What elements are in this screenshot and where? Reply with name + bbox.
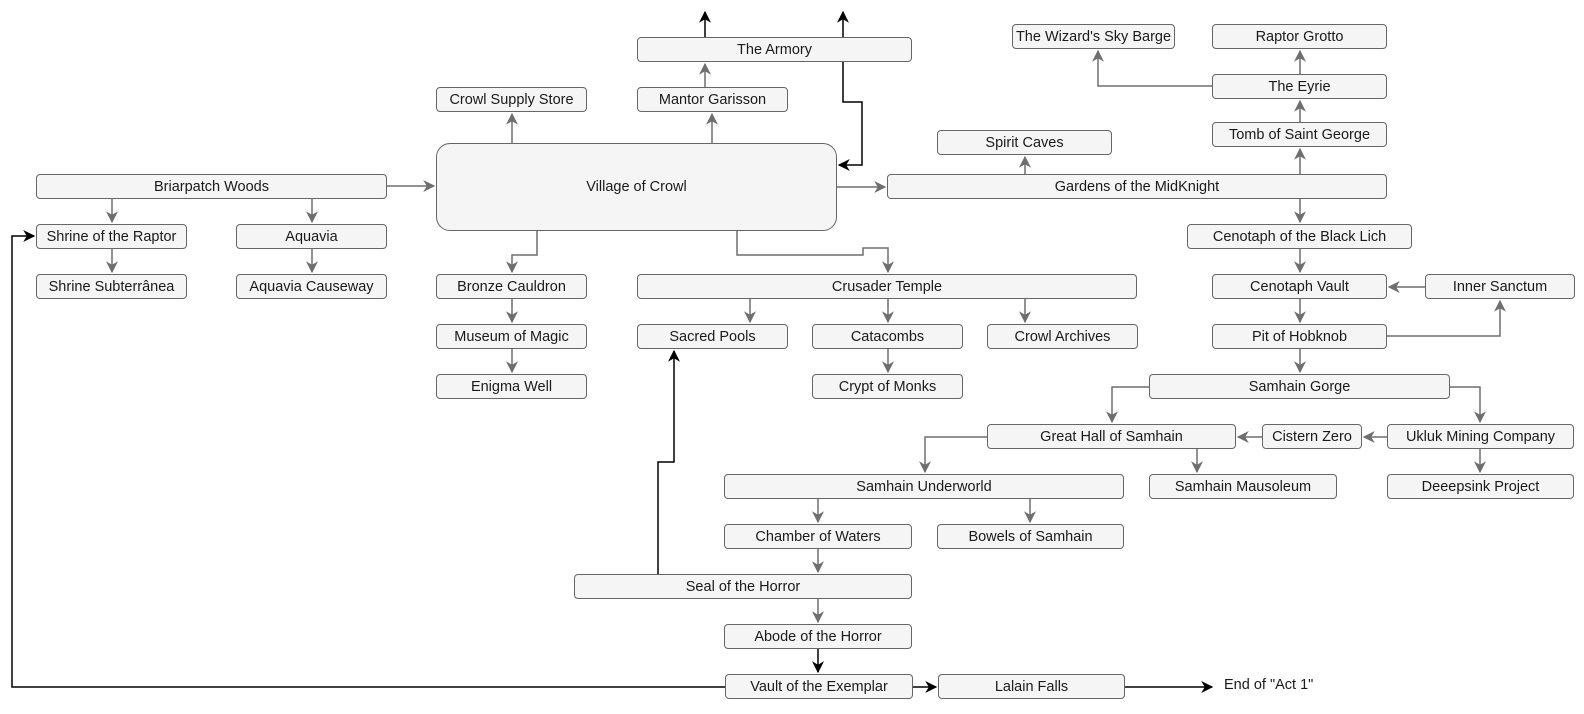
node-sacred-pools[interactable]: Sacred Pools xyxy=(637,324,788,349)
end-of-act-label: End of "Act 1" xyxy=(1224,677,1314,693)
node-label: Great Hall of Samhain xyxy=(1040,428,1183,445)
node-cenotaph-of-the-black-lich[interactable]: Cenotaph of the Black Lich xyxy=(1187,224,1412,249)
node-label: Ukluk Mining Company xyxy=(1405,428,1556,445)
node-label: Shrine Subterrânea xyxy=(48,278,175,295)
node-label: Pit of Hobknob xyxy=(1251,328,1348,345)
node-label: Deeepsink Project xyxy=(1421,478,1540,495)
node-shrine-subterranea[interactable]: Shrine Subterrânea xyxy=(36,274,187,299)
node-label: Crypt of Monks xyxy=(838,378,937,395)
node-label: Seal of the Horror xyxy=(685,578,801,595)
node-label: Shrine of the Raptor xyxy=(46,228,177,245)
node-label: Aquavia Causeway xyxy=(249,278,374,295)
node-raptor-grotto[interactable]: Raptor Grotto xyxy=(1212,24,1387,49)
node-pit-of-hobknob[interactable]: Pit of Hobknob xyxy=(1212,324,1387,349)
node-label: Cenotaph of the Black Lich xyxy=(1212,228,1387,245)
node-crowl-supply-store[interactable]: Crowl Supply Store xyxy=(436,87,587,112)
node-label: Bronze Cauldron xyxy=(457,278,566,295)
node-label: Museum of Magic xyxy=(454,328,569,345)
node-briarpatch-woods[interactable]: Briarpatch Woods xyxy=(36,174,387,199)
node-crypt-of-monks[interactable]: Crypt of Monks xyxy=(812,374,963,399)
node-label: Gardens of the MidKnight xyxy=(1054,178,1220,195)
node-chamber-of-waters[interactable]: Chamber of Waters xyxy=(724,524,912,549)
node-label: Enigma Well xyxy=(470,378,553,395)
node-label: Crusader Temple xyxy=(831,278,943,295)
node-label: Vault of the Exemplar xyxy=(750,678,888,695)
node-label: Inner Sanctum xyxy=(1452,278,1548,295)
node-label: Bowels of Samhain xyxy=(968,528,1093,545)
node-label: Crowl Supply Store xyxy=(449,91,574,108)
node-label: Samhain Mausoleum xyxy=(1174,478,1312,495)
node-label: Catacombs xyxy=(850,328,925,345)
node-label: Lalain Falls xyxy=(994,678,1069,695)
node-inner-sanctum[interactable]: Inner Sanctum xyxy=(1425,274,1575,299)
node-samhain-gorge[interactable]: Samhain Gorge xyxy=(1149,374,1450,399)
node-label: The Wizard's Sky Barge xyxy=(1015,28,1172,45)
node-label: Spirit Caves xyxy=(985,134,1064,151)
node-label: Aquavia xyxy=(285,228,338,245)
edge-vault-to-shrine xyxy=(11,230,725,688)
node-mantor-garisson[interactable]: Mantor Garisson xyxy=(637,87,788,112)
edge-village-to-crusader xyxy=(736,231,894,274)
node-label: Samhain Underworld xyxy=(856,478,992,495)
node-seal-of-the-horror[interactable]: Seal of the Horror xyxy=(574,574,912,599)
node-label: Village of Crowl xyxy=(586,179,687,195)
node-label: Sacred Pools xyxy=(669,328,756,345)
node-label: The Eyrie xyxy=(1268,78,1331,95)
node-bronze-cauldron[interactable]: Bronze Cauldron xyxy=(436,274,587,299)
edge-armory-to-village xyxy=(837,62,863,171)
node-cenotaph-vault[interactable]: Cenotaph Vault xyxy=(1212,274,1387,299)
node-label: Samhain Gorge xyxy=(1248,378,1351,395)
node-gardens-of-the-midknight[interactable]: Gardens of the MidKnight xyxy=(887,174,1387,199)
node-label: Tomb of Saint George xyxy=(1228,126,1371,143)
node-abode-of-the-horror[interactable]: Abode of the Horror xyxy=(724,624,912,649)
node-the-wizards-sky-barge[interactable]: The Wizard's Sky Barge xyxy=(1012,24,1175,49)
node-crowl-archives[interactable]: Crowl Archives xyxy=(987,324,1138,349)
node-great-hall-of-samhain[interactable]: Great Hall of Samhain xyxy=(987,424,1236,449)
node-aquavia-causeway[interactable]: Aquavia Causeway xyxy=(236,274,387,299)
node-crusader-temple[interactable]: Crusader Temple xyxy=(637,274,1137,299)
node-spirit-caves[interactable]: Spirit Caves xyxy=(937,130,1112,155)
node-tomb-of-saint-george[interactable]: Tomb of Saint George xyxy=(1212,122,1387,147)
node-village-of-crowl[interactable]: Village of Crowl xyxy=(436,143,837,231)
edge-village-to-bronze xyxy=(506,231,538,274)
node-samhain-mausoleum[interactable]: Samhain Mausoleum xyxy=(1149,474,1337,499)
node-label: Briarpatch Woods xyxy=(154,178,269,195)
node-label: Mantor Garisson xyxy=(658,91,767,108)
node-vault-of-the-exemplar[interactable]: Vault of the Exemplar xyxy=(725,674,913,699)
node-label: The Armory xyxy=(737,41,812,58)
edge-pit-to-inner xyxy=(1387,299,1506,337)
node-museum-of-magic[interactable]: Museum of Magic xyxy=(436,324,587,349)
node-cistern-zero[interactable]: Cistern Zero xyxy=(1262,424,1362,449)
node-label: Cenotaph Vault xyxy=(1250,278,1349,295)
edge-gorge-to-ukluk xyxy=(1450,386,1486,424)
node-ukluk-mining-company[interactable]: Ukluk Mining Company xyxy=(1387,424,1574,449)
node-label: Crowl Archives xyxy=(1014,328,1111,345)
node-catacombs[interactable]: Catacombs xyxy=(812,324,963,349)
edge-eyrie-to-barge xyxy=(1092,49,1212,87)
node-label: Raptor Grotto xyxy=(1255,28,1344,45)
node-deeepsink-project[interactable]: Deeepsink Project xyxy=(1387,474,1574,499)
node-aquavia[interactable]: Aquavia xyxy=(236,224,387,249)
node-the-eyrie[interactable]: The Eyrie xyxy=(1212,74,1387,99)
edges-layer xyxy=(11,10,1506,693)
node-label: Abode of the Horror xyxy=(754,628,882,645)
node-label: Chamber of Waters xyxy=(755,528,881,545)
node-enigma-well[interactable]: Enigma Well xyxy=(436,374,587,399)
diagram-canvas: Briarpatch Woods Shrine of the Raptor Sh… xyxy=(0,0,1584,714)
edge-seal-to-sacred xyxy=(657,349,680,574)
node-shrine-of-the-raptor[interactable]: Shrine of the Raptor xyxy=(36,224,187,249)
edge-gorge-to-greathall xyxy=(1106,386,1149,424)
node-lalain-falls[interactable]: Lalain Falls xyxy=(938,674,1125,699)
node-label: Cistern Zero xyxy=(1272,428,1352,445)
edge-greathall-to-underworld xyxy=(919,436,987,474)
node-the-armory[interactable]: The Armory xyxy=(637,37,912,62)
node-bowels-of-samhain[interactable]: Bowels of Samhain xyxy=(937,524,1124,549)
node-samhain-underworld[interactable]: Samhain Underworld xyxy=(724,474,1124,499)
